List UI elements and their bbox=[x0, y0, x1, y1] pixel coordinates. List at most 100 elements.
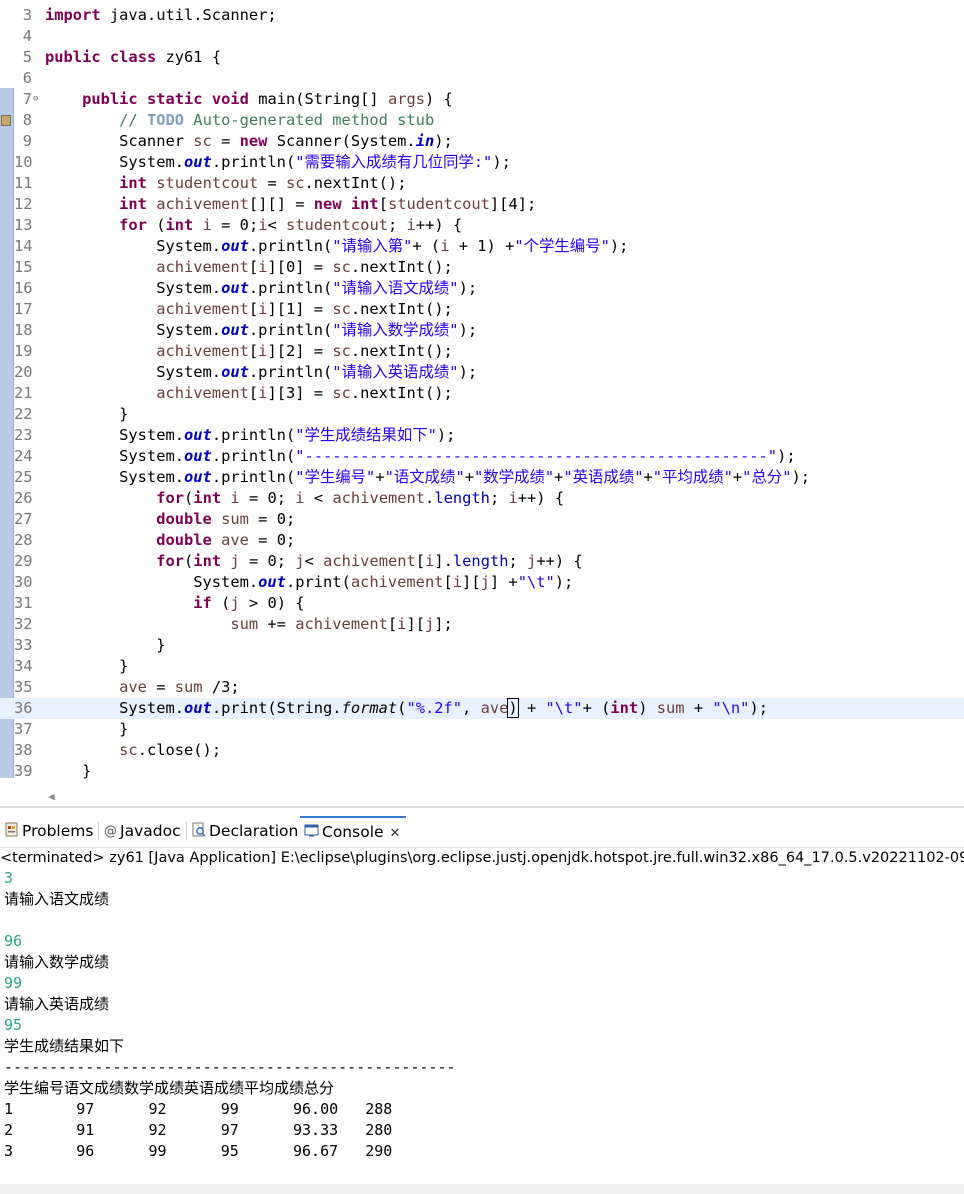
console-output-line: 请输入英语成绩 bbox=[4, 995, 110, 1013]
tab-declaration[interactable]: Declaration bbox=[191, 816, 298, 846]
code-line[interactable]: 36 System.out.print(String.format("%.2f"… bbox=[0, 698, 964, 719]
code-line[interactable]: 10 System.out.println("需要输入成绩有几位同学:"); bbox=[0, 152, 964, 173]
code-line[interactable]: 28 double ave = 0; bbox=[0, 530, 964, 551]
code-line[interactable]: 21 achivement[i][3] = sc.nextInt(); bbox=[0, 383, 964, 404]
tab-console[interactable]: Console ✕ bbox=[300, 816, 407, 848]
code-line[interactable]: 14 System.out.println("请输入第"+ (i + 1) +"… bbox=[0, 236, 964, 257]
console-output-line: ----------------------------------------… bbox=[4, 1058, 456, 1076]
line-number: 6 bbox=[22, 69, 32, 87]
fold-collapse-icon[interactable]: ⊖ bbox=[33, 89, 38, 110]
line-number: 25 bbox=[14, 468, 33, 486]
code-line[interactable]: 34 } bbox=[0, 656, 964, 677]
code-line[interactable]: 27 double sum = 0; bbox=[0, 509, 964, 530]
code-line[interactable]: 29 for(int j = 0; j< achivement[i].lengt… bbox=[0, 551, 964, 572]
code-text: achivement[i][1] = sc.nextInt(); bbox=[156, 300, 453, 318]
code-text: System.out.print(achivement[i][j] +"\t")… bbox=[45, 573, 574, 591]
code-line[interactable]: 33 } bbox=[0, 635, 964, 656]
code-line[interactable]: 13 for (int i = 0;i< studentcout; i++) { bbox=[0, 215, 964, 236]
scroll-left-icon[interactable]: ◀ bbox=[48, 790, 55, 803]
problems-icon bbox=[4, 817, 19, 847]
code-line[interactable]: 18 System.out.println("请输入数学成绩"); bbox=[0, 320, 964, 341]
code-text: sc.close(); bbox=[119, 741, 222, 759]
code-line[interactable]: 12 int achivement[][] = new int[studentc… bbox=[0, 194, 964, 215]
code-text: } bbox=[45, 657, 129, 675]
code-text: achivement[i][2] = sc.nextInt(); bbox=[156, 342, 453, 360]
console-output-line: 请输入语文成绩 bbox=[4, 890, 110, 908]
code-line[interactable]: 20 System.out.println("请输入英语成绩"); bbox=[0, 362, 964, 383]
code-line[interactable]: 16 System.out.println("请输入语文成绩"); bbox=[0, 278, 964, 299]
console-user-input: 96 bbox=[4, 932, 23, 950]
code-line[interactable]: 24 System.out.println("-----------------… bbox=[0, 446, 964, 467]
code-text: for(int i = 0; i < achivement.length; i+… bbox=[156, 489, 565, 507]
code-text: ave = sum /3; bbox=[119, 678, 240, 696]
code-line[interactable]: 11 int studentcout = sc.nextInt(); bbox=[0, 173, 964, 194]
code-line[interactable]: 26 for(int i = 0; i < achivement.length;… bbox=[0, 488, 964, 509]
code-text: System.out.println("学生成绩结果如下"); bbox=[45, 426, 456, 444]
code-line[interactable]: 19 achivement[i][2] = sc.nextInt(); bbox=[0, 341, 964, 362]
code-text: } bbox=[45, 720, 129, 738]
code-line[interactable]: 23 System.out.println("学生成绩结果如下"); bbox=[0, 425, 964, 446]
line-number: 39 bbox=[14, 762, 33, 780]
code-text: System.out.println("--------------------… bbox=[45, 447, 796, 465]
code-text: int achivement[][] = new int[studentcout… bbox=[119, 195, 537, 213]
code-text: for (int i = 0;i< studentcout; i++) { bbox=[119, 216, 463, 234]
code-line[interactable]: 17 achivement[i][1] = sc.nextInt(); bbox=[0, 299, 964, 320]
line-number: 20 bbox=[14, 363, 33, 381]
code-line[interactable]: 30 System.out.print(achivement[i][j] +"\… bbox=[0, 572, 964, 593]
code-line[interactable]: 32 sum += achivement[i][j]; bbox=[0, 614, 964, 635]
code-line[interactable]: 5 public class zy61 { bbox=[0, 47, 964, 68]
task-marker-icon[interactable] bbox=[1, 115, 11, 126]
console-output-line: 学生成绩结果如下 bbox=[4, 1037, 125, 1055]
tab-problems-label: Problems bbox=[22, 822, 94, 840]
code-text: public static void main(String[] args) { bbox=[82, 90, 453, 108]
tab-problems[interactable]: Problems bbox=[4, 816, 93, 846]
code-line[interactable]: 39 } bbox=[0, 761, 964, 782]
code-line[interactable]: 31 if (j > 0) { bbox=[0, 593, 964, 614]
view-tabbar: Problems @ Javadoc Declaration Console ✕ bbox=[0, 816, 964, 848]
code-line[interactable]: 37 } bbox=[0, 719, 964, 740]
code-editor[interactable]: 3 import java.util.Scanner; 4 5 public class… bbox=[0, 0, 964, 808]
console-icon bbox=[304, 819, 319, 847]
code-line[interactable]: 25 System.out.println("学生编号"+"语文成绩"+"数学成… bbox=[0, 467, 964, 488]
line-number: 34 bbox=[14, 657, 33, 675]
code-line[interactable]: 22 } bbox=[0, 404, 964, 425]
editor-horizontal-scrollbar[interactable]: ◀ bbox=[40, 788, 960, 806]
line-number: 3 bbox=[22, 6, 32, 24]
code-line[interactable]: 3 import java.util.Scanner; bbox=[0, 5, 964, 26]
code-text: sum += achivement[i][j]; bbox=[230, 615, 453, 633]
line-number: 7 bbox=[22, 90, 32, 108]
line-number: 35 bbox=[14, 678, 33, 696]
line-number: 38 bbox=[14, 741, 33, 759]
console-horizontal-scrollbar[interactable] bbox=[0, 1184, 964, 1194]
tab-separator bbox=[186, 822, 187, 840]
code-line[interactable]: 8 // TODO Auto-generated method stub bbox=[0, 110, 964, 131]
console-process-label: <terminated> zy61 [Java Application] E:\… bbox=[0, 847, 964, 868]
code-text: System.out.println("需要输入成绩有几位同学:"); bbox=[45, 153, 511, 171]
code-line[interactable]: 4 bbox=[0, 26, 964, 47]
declaration-icon bbox=[191, 817, 206, 847]
line-number: 5 bbox=[22, 48, 32, 66]
code-line[interactable]: 6 bbox=[0, 68, 964, 89]
code-line[interactable]: 9 Scanner sc = new Scanner(System.in); bbox=[0, 131, 964, 152]
line-number: 22 bbox=[14, 405, 33, 423]
code-line[interactable]: 35 ave = sum /3; bbox=[0, 677, 964, 698]
code-line[interactable]: 7 ⊖ public static void main(String[] args… bbox=[0, 89, 964, 110]
tab-console-label: Console bbox=[322, 823, 384, 841]
line-number: 8 bbox=[22, 111, 32, 129]
code-text: System.out.println("请输入数学成绩"); bbox=[45, 321, 478, 339]
code-text: System.out.print(String.format("%.2f", a… bbox=[45, 698, 768, 718]
tab-javadoc[interactable]: @ Javadoc bbox=[104, 816, 181, 846]
console-user-input: 3 bbox=[4, 869, 14, 887]
tab-declaration-label: Declaration bbox=[209, 822, 299, 840]
code-text: int studentcout = sc.nextInt(); bbox=[119, 174, 407, 192]
code-text: System.out.println("请输入第"+ (i + 1) +"个学生… bbox=[45, 237, 629, 255]
code-text: } bbox=[45, 636, 166, 654]
code-text: Scanner sc = new Scanner(System.in); bbox=[45, 132, 453, 150]
console-output-line: 学生编号语文成绩数学成绩英语成绩平均成绩总分 bbox=[4, 1079, 335, 1097]
console-output-line: 3 96 99 95 96.67 290 bbox=[4, 1142, 393, 1160]
code-line[interactable]: 15 achivement[i][0] = sc.nextInt(); bbox=[0, 257, 964, 278]
close-icon[interactable]: ✕ bbox=[390, 826, 401, 841]
line-number: 32 bbox=[14, 615, 33, 633]
bottom-view-panel: Problems @ Javadoc Declaration Console ✕ <… bbox=[0, 812, 964, 1194]
code-line[interactable]: 38 sc.close(); bbox=[0, 740, 964, 761]
